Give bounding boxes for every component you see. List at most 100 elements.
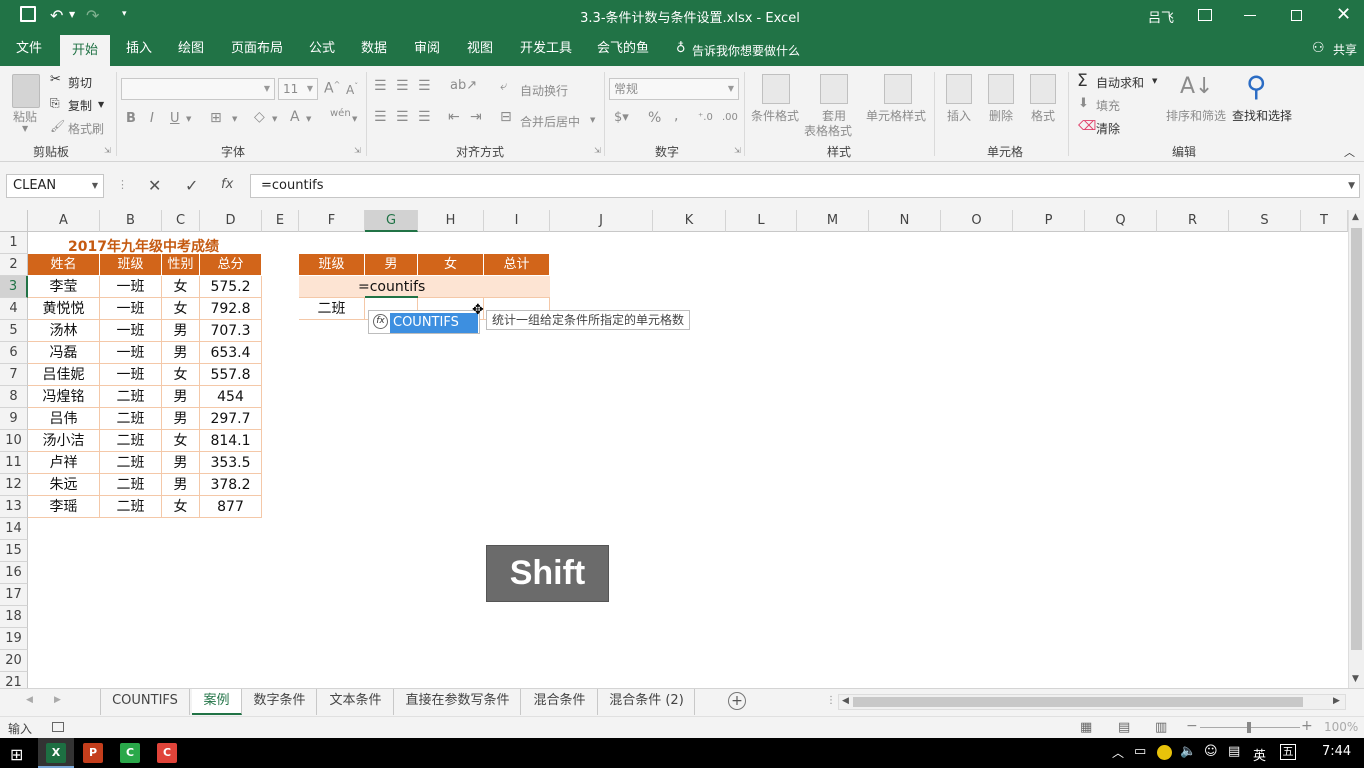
- bold-icon[interactable]: B: [126, 111, 136, 126]
- cut-button[interactable]: 剪切: [68, 74, 92, 91]
- align-bottom-icon[interactable]: ☰: [418, 78, 431, 94]
- fill-button[interactable]: 填充: [1096, 97, 1120, 114]
- row-header-2[interactable]: 2: [0, 254, 28, 276]
- table-cell[interactable]: 女: [162, 430, 200, 452]
- column-header-e[interactable]: E: [262, 210, 299, 232]
- table-cell[interactable]: 877: [200, 496, 262, 518]
- enter-icon[interactable]: ✓: [185, 176, 198, 195]
- undo-icon[interactable]: ↶: [50, 6, 63, 25]
- column-header-j[interactable]: J: [550, 210, 653, 232]
- column-header-q[interactable]: Q: [1085, 210, 1157, 232]
- sheet-title[interactable]: 2017年九年级中考成绩: [68, 236, 219, 258]
- table-cell[interactable]: 女: [162, 364, 200, 386]
- table-cell[interactable]: 一班: [100, 320, 162, 342]
- keyboard-mode-icon[interactable]: 五: [1280, 744, 1296, 760]
- next-sheet-icon[interactable]: ▶: [54, 695, 61, 705]
- underline-icon[interactable]: U: [170, 111, 180, 126]
- worksheet-grid[interactable]: ABCDEFGHIJKLMNOPQRST 1 2 3 4 5 6 7 8 9 10 11 12 13 14…: [0, 210, 1364, 688]
- table-cell[interactable]: 男: [162, 342, 200, 364]
- table-cell[interactable]: 二班: [100, 496, 162, 518]
- format-cells-button[interactable]: 格式: [1031, 107, 1055, 124]
- network-icon[interactable]: ▭: [1134, 744, 1146, 759]
- table-cell[interactable]: 二班: [100, 474, 162, 496]
- autosum-dropdown-icon[interactable]: ▼: [1152, 77, 1157, 85]
- sheet-tab-case[interactable]: 案例: [192, 689, 242, 715]
- table-cell[interactable]: 李瑶: [28, 496, 100, 518]
- row-header-8[interactable]: 8: [0, 386, 28, 408]
- column-header-i[interactable]: I: [484, 210, 550, 232]
- table-cell[interactable]: 冯磊: [28, 342, 100, 364]
- zoom-out-icon[interactable]: −: [1186, 718, 1198, 734]
- table-cell[interactable]: 男: [162, 386, 200, 408]
- scroll-right-icon[interactable]: ▶: [1333, 696, 1340, 706]
- sheet-tab-inline-condition[interactable]: 直接在参数写条件: [395, 689, 521, 715]
- table-cell[interactable]: 女: [162, 298, 200, 320]
- table-cell[interactable]: 557.8: [200, 364, 262, 386]
- summary-header-cell[interactable]: 班级: [299, 254, 365, 276]
- row-header-16[interactable]: 16: [0, 562, 28, 584]
- copy-icon[interactable]: ⎘: [50, 96, 60, 111]
- row-header-10[interactable]: 10: [0, 430, 28, 452]
- border-dropdown-icon[interactable]: ▼: [232, 115, 237, 123]
- cell-styles-icon[interactable]: [884, 74, 912, 104]
- table-cell[interactable]: 378.2: [200, 474, 262, 496]
- row-header-14[interactable]: 14: [0, 518, 28, 540]
- paste-dropdown-icon[interactable]: ▼: [22, 124, 28, 133]
- column-header-b[interactable]: B: [100, 210, 162, 232]
- italic-icon[interactable]: I: [150, 111, 154, 126]
- tab-page-layout[interactable]: 页面布局: [222, 32, 292, 66]
- format-painter-button[interactable]: 格式刷: [68, 120, 104, 137]
- vertical-scrollbar[interactable]: ▲ ▼: [1348, 210, 1364, 688]
- font-name-combo[interactable]: ▼: [121, 78, 275, 100]
- align-top-icon[interactable]: ☰: [374, 78, 387, 94]
- summary-cell[interactable]: [484, 276, 550, 298]
- delete-cells-icon[interactable]: [988, 74, 1014, 104]
- tab-file[interactable]: 文件: [8, 32, 50, 66]
- column-header-d[interactable]: D: [200, 210, 262, 232]
- paste-icon[interactable]: [12, 74, 40, 108]
- restore-icon[interactable]: [1291, 10, 1302, 21]
- table-cell[interactable]: 李莹: [28, 276, 100, 298]
- autosum-icon[interactable]: Σ: [1077, 71, 1088, 91]
- windows-start-icon[interactable]: ⊞: [10, 745, 23, 764]
- table-cell[interactable]: 汤林: [28, 320, 100, 342]
- column-header-l[interactable]: L: [726, 210, 797, 232]
- increase-decimal-icon[interactable]: ⁺.0: [698, 112, 713, 123]
- cancel-icon[interactable]: ✕: [148, 176, 161, 195]
- table-cell[interactable]: 汤小洁: [28, 430, 100, 452]
- zoom-in-icon[interactable]: +: [1301, 718, 1313, 734]
- accounting-icon[interactable]: $▾: [614, 110, 629, 125]
- row-header-20[interactable]: 20: [0, 650, 28, 672]
- scroll-up-icon[interactable]: ▲: [1352, 212, 1359, 222]
- fill-icon[interactable]: ⬇: [1078, 96, 1089, 111]
- phonetic-icon[interactable]: wén: [330, 108, 351, 119]
- table-cell[interactable]: 卢祥: [28, 452, 100, 474]
- table-cell[interactable]: 792.8: [200, 298, 262, 320]
- row-header-17[interactable]: 17: [0, 584, 28, 606]
- number-format-combo[interactable]: 常规 ▼: [609, 78, 739, 100]
- table-cell[interactable]: 女: [162, 496, 200, 518]
- summary-header-cell[interactable]: 女: [418, 254, 484, 276]
- underline-dropdown-icon[interactable]: ▼: [186, 115, 191, 123]
- autosum-button[interactable]: 自动求和: [1096, 74, 1144, 91]
- recorder-app-icon[interactable]: C: [157, 743, 177, 763]
- ime-indicator[interactable]: 英: [1253, 745, 1266, 764]
- table-cell[interactable]: 575.2: [200, 276, 262, 298]
- find-select-button[interactable]: 查找和选择: [1232, 107, 1292, 124]
- table-cell[interactable]: 男: [162, 320, 200, 342]
- sheet-tab-countifs[interactable]: COUNTIFS: [100, 689, 190, 715]
- row-header-13[interactable]: 13: [0, 496, 28, 518]
- column-header-t[interactable]: T: [1301, 210, 1348, 232]
- column-header-r[interactable]: R: [1157, 210, 1229, 232]
- scroll-down-icon[interactable]: ▼: [1352, 674, 1359, 684]
- summary-cell[interactable]: [418, 276, 484, 298]
- table-cell[interactable]: 一班: [100, 298, 162, 320]
- decrease-indent-icon[interactable]: ⇤: [448, 109, 460, 125]
- table-cell[interactable]: 黄悦悦: [28, 298, 100, 320]
- prev-sheet-icon[interactable]: ◀: [26, 695, 33, 705]
- zoom-level[interactable]: 100%: [1324, 720, 1358, 734]
- clear-button[interactable]: 清除: [1096, 120, 1120, 137]
- paste-label[interactable]: 粘贴: [13, 108, 37, 125]
- table-cell[interactable]: 朱远: [28, 474, 100, 496]
- summary-cell[interactable]: [299, 276, 365, 298]
